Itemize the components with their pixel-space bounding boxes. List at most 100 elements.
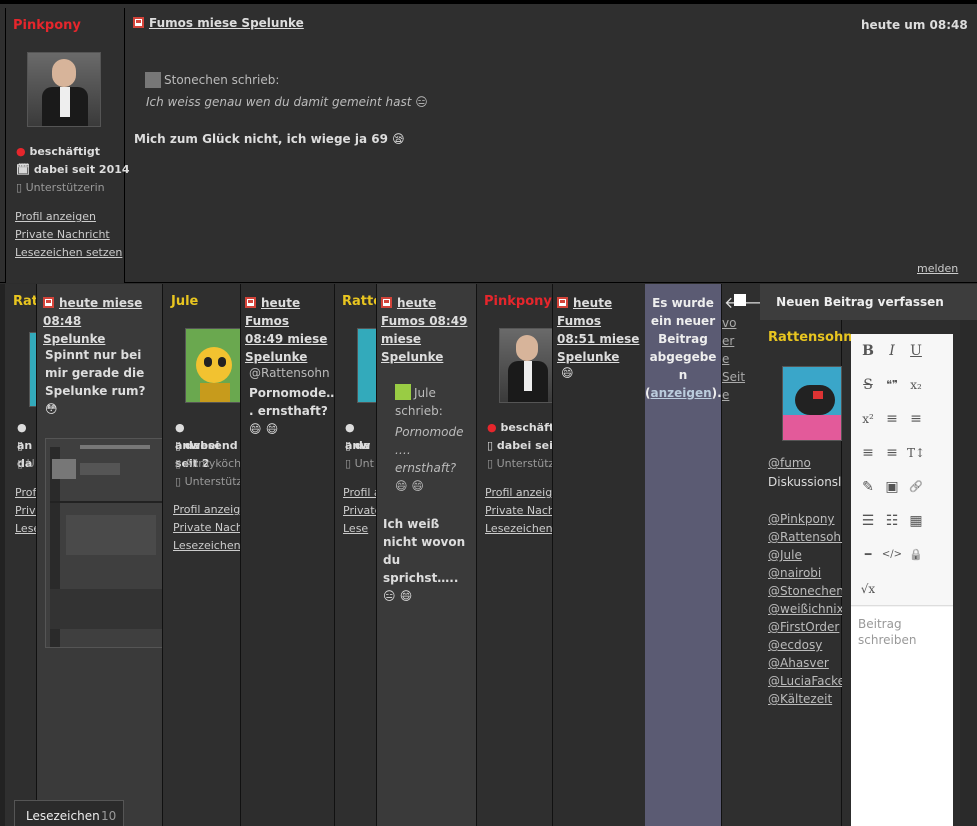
post-title[interactable]: heute Fumos 08:49 miese Spelunke <box>381 294 477 366</box>
mention[interactable]: @Pinkpony <box>768 510 842 528</box>
column-10: 🡐 vo er e Seit e <box>721 284 767 826</box>
profile-link[interactable]: Profil a <box>343 484 377 502</box>
bookmark-count: 10 <box>101 809 117 823</box>
mention[interactable]: @fumo <box>768 456 811 470</box>
private-message-link[interactable]: Private Nachricht <box>15 226 122 244</box>
image-icon[interactable]: ▣ <box>881 476 903 498</box>
mention[interactable]: @LuciaFacke <box>768 672 842 690</box>
checkbox-icon[interactable] <box>734 294 746 306</box>
subscript-button[interactable]: x₂ <box>905 374 927 396</box>
pen-icon[interactable]: ✎ <box>857 476 879 498</box>
post-body: Pornomode… . ernsthaft? 😄 😄 <box>249 386 339 436</box>
underline-button[interactable]: U <box>905 340 927 362</box>
top-post-username[interactable]: Pinkpony <box>13 18 81 33</box>
post-title[interactable]: heute Fumos 08:51 miese Spelunke <box>557 294 645 366</box>
align-center-button[interactable]: ≡ <box>905 408 927 430</box>
bookmark-link[interactable]: Lesezeichen s <box>173 537 241 555</box>
align-left-button[interactable]: ≡ <box>881 408 903 430</box>
editor-scrollbar[interactable] <box>960 320 977 826</box>
nav-text[interactable]: e <box>722 386 761 404</box>
mention[interactable]: @Kältezeit <box>768 690 842 708</box>
user-rank: ▯ Unterstütze <box>487 457 562 470</box>
post-icon <box>43 297 54 308</box>
post-time: heute um 08:48 <box>861 18 968 32</box>
profile-link[interactable]: Profil anzeigen <box>15 208 122 226</box>
spoiler-lock-icon[interactable]: 🔒 <box>905 544 927 566</box>
private-message-link[interactable]: Private Nachri <box>485 502 553 520</box>
bookmark-link[interactable]: Lesezeichen s <box>485 520 553 538</box>
bookmark-tab[interactable]: Lesezeichen 10 <box>14 800 124 826</box>
strikethrough-button[interactable]: S <box>857 374 879 396</box>
bookmark-link[interactable]: Lesezeichen setzen <box>15 244 122 262</box>
mention[interactable]: @Rattensohn <box>249 366 330 380</box>
mention[interactable]: @FirstOrder <box>768 618 842 636</box>
post-textarea[interactable]: Beitrag schreiben <box>851 607 953 826</box>
column-username[interactable]: Jule <box>171 294 198 309</box>
post-title[interactable]: heute miese 08:48 Spelunke <box>43 294 161 348</box>
column-7: Pinkpony ● beschäftigt ▯ dabei seit 2 ▯ … <box>476 284 571 826</box>
column-username[interactable]: Rat <box>13 294 38 309</box>
mention[interactable]: @Jule <box>768 546 842 564</box>
quote-button[interactable]: ❝❞ <box>881 374 903 396</box>
numbered-list-icon[interactable]: ☷ <box>881 510 903 532</box>
notice-line: abgegebe <box>649 350 717 364</box>
screenshot-image[interactable] <box>45 438 163 648</box>
column-1: Rat ● an ▯ da ▯ U Profi Priva Lese <box>0 284 42 826</box>
horizontal-line-icon[interactable]: ━ <box>857 544 879 566</box>
profile-link[interactable]: Profil anzeige <box>485 484 553 502</box>
bullet-list-icon[interactable]: ☰ <box>857 510 879 532</box>
avatar[interactable] <box>27 52 101 127</box>
column-username[interactable]: Rattensohn <box>768 330 852 345</box>
quote-text: Pornomode .… ernsthaft? 😄 😄 <box>395 425 464 493</box>
textarea-placeholder: Beitrag schreiben <box>858 617 917 647</box>
font-size-button[interactable]: T↕ <box>905 442 927 464</box>
nav-text[interactable]: vo <box>722 314 761 332</box>
avatar[interactable] <box>499 328 553 403</box>
mention[interactable]: @weißichnix <box>768 600 842 618</box>
table-icon[interactable]: ▦ <box>905 510 927 532</box>
profile-link[interactable]: Profil anzeigen <box>173 501 241 519</box>
mention[interactable]: @Ahasver <box>768 654 842 672</box>
quote-author: Stonechen schrieb: <box>145 72 279 88</box>
justify-button[interactable]: ≡ <box>881 442 903 464</box>
bold-button[interactable]: B <box>857 340 879 362</box>
column-6: heute Fumos 08:49 miese Spelunke Jule schri… <box>376 284 476 826</box>
mention[interactable]: @nairobi <box>768 564 842 582</box>
mention[interactable]: @Stonechen <box>768 582 842 600</box>
post-title[interactable]: Fumos miese Spelunke <box>133 16 304 30</box>
column-5: Ratte ● anw ▯ da ▯ Unt Profil a Private … <box>334 284 382 826</box>
column-username[interactable]: Pinkpony <box>484 294 552 309</box>
show-new-post-link[interactable]: anzeigen <box>650 386 711 400</box>
link-icon[interactable]: 🔗 <box>905 476 927 498</box>
rank-icon: ▯ <box>16 181 23 194</box>
formula-icon[interactable]: √x <box>857 578 879 600</box>
nav-text[interactable]: Seit <box>722 368 761 386</box>
nav-text[interactable]: er <box>722 332 761 350</box>
user-status: ● beschäftigt <box>16 145 101 158</box>
user-rank: ▯ Unt <box>345 457 374 470</box>
avatar[interactable] <box>185 328 241 403</box>
mention[interactable]: @Rattensohn <box>768 528 842 546</box>
private-message-link[interactable]: Private <box>343 502 377 520</box>
superscript-button[interactable]: x² <box>857 408 879 430</box>
post-icon <box>133 17 144 28</box>
avatar[interactable] <box>782 366 842 441</box>
editor: B I U S ❝❞ x₂ x² ≡ ≡ ≡ ≡ T↕ ✎ ▣ 🔗 ☰ ☷ ▦ … <box>851 334 953 826</box>
column-3: Jule ● anwesend ▯ dabei seit 2 ▯ Allmykö… <box>162 284 251 826</box>
post-body: Mich zum Glück nicht, ich wiege ja 69 😪 <box>134 132 405 146</box>
nav-text[interactable]: e <box>722 350 761 368</box>
post-body: Spinnt nur bei mir gerade die Spelunke r… <box>45 348 146 416</box>
column-4: heute Fumos 08:49 miese Spelunke @Rattenso… <box>240 284 339 826</box>
report-link[interactable]: melden <box>917 262 958 275</box>
notice-line: ein neuer <box>650 314 716 328</box>
post-title[interactable]: heute Fumos 08:49 miese Spelunke <box>245 294 333 366</box>
italic-button[interactable]: I <box>881 340 903 362</box>
mention[interactable]: @ecdosy <box>768 636 842 654</box>
bookmark-link[interactable]: Lese <box>343 520 377 538</box>
quote-text: Ich weiss genau wen du damit gemeint has… <box>146 95 428 109</box>
code-icon[interactable]: </> <box>881 544 903 566</box>
quote-author: Jule schrieb: <box>395 384 443 418</box>
private-message-link[interactable]: Private Nachri <box>173 519 241 537</box>
avatar[interactable] <box>357 328 377 403</box>
align-right-button[interactable]: ≡ <box>857 442 879 464</box>
